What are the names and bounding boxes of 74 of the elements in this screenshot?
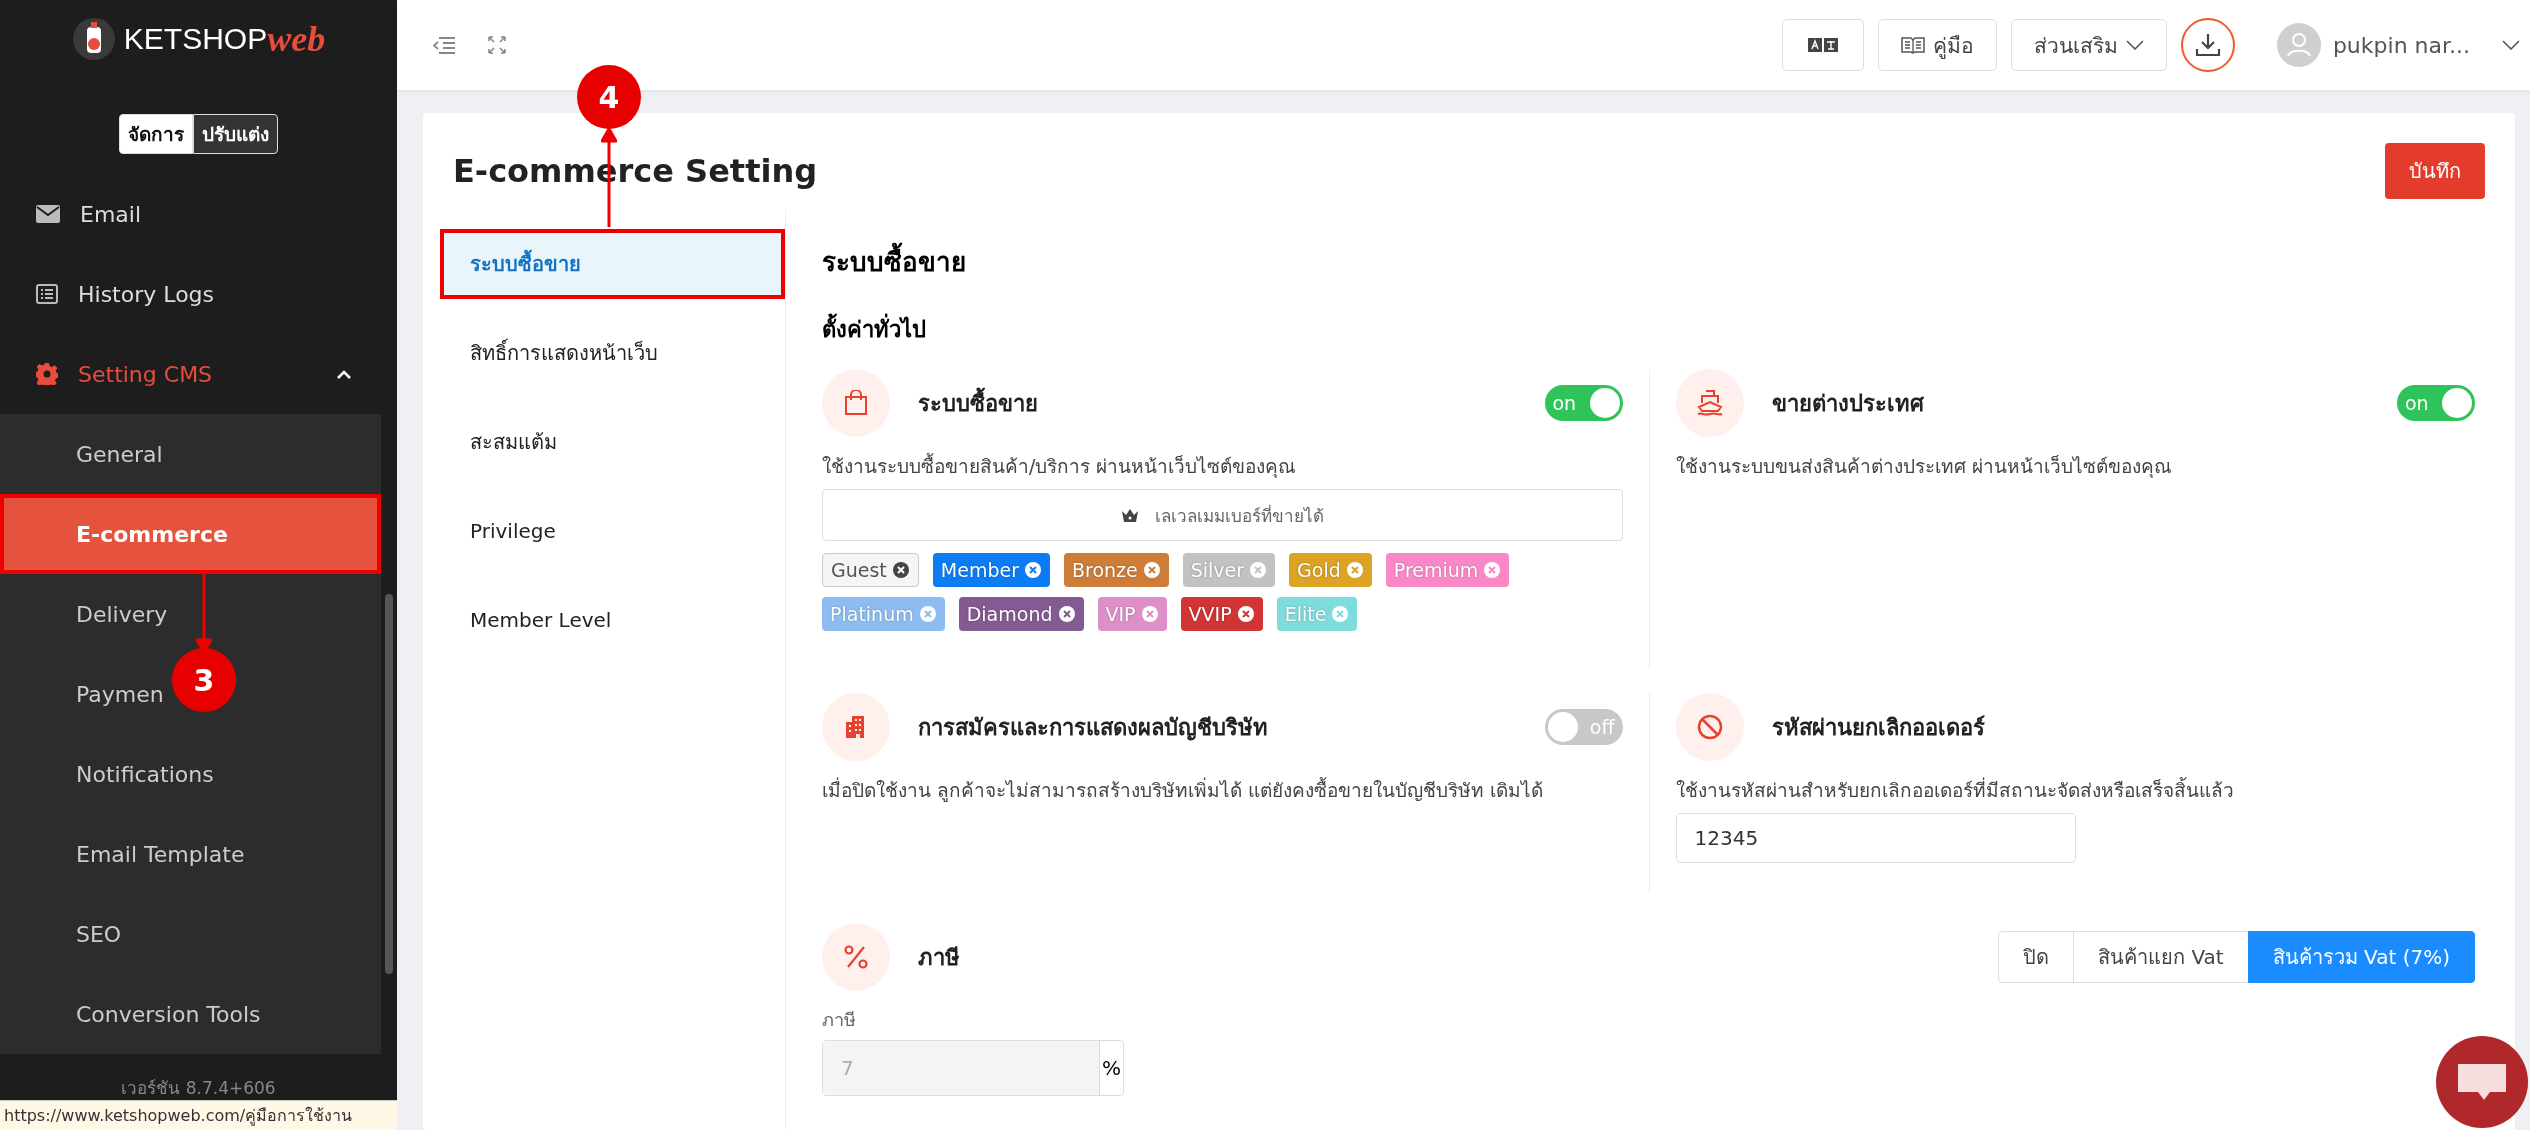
member-tag: Gold xyxy=(1289,553,1372,588)
download-button[interactable] xyxy=(2180,18,2235,72)
chevron-down-icon[interactable] xyxy=(2502,40,2520,50)
password-field[interactable]: 12345 xyxy=(1675,813,2076,864)
status-url: https://www.ketshopweb.com/คู่มือการใช้งาน xyxy=(0,1100,397,1130)
submenu-item[interactable]: Email Template xyxy=(76,841,245,867)
setting-description: ใช้งานรหัสผ่านสำหรับยกเลิกออเดอร์ที่มีสถานะจัดส่งหรือเสร็จสิ้นแล้ว xyxy=(1675,776,2235,803)
settings-icon xyxy=(36,363,58,385)
setting-description: เมื่อปิดใช้งาน ลูกค้าจะไม่สามารถสร้างบริษัทเพิ่มได้ แต่ยังคงซื้อขายในบัญชีบริษัท เดิมได้ xyxy=(822,776,1545,804)
member-tag: VIP xyxy=(1097,597,1167,632)
save-button[interactable]: บันทึก xyxy=(2385,143,2485,199)
chat-icon[interactable] xyxy=(2436,1036,2528,1128)
remove-icon[interactable] xyxy=(1236,605,1255,624)
setting-title: การสมัครและการแสดงผลบัญชีบริษัท xyxy=(918,713,1269,743)
member-tag: Guest xyxy=(822,553,919,588)
translate-icon xyxy=(1807,37,1838,53)
sidebar-item-label: Setting CMS xyxy=(78,361,214,387)
mode-tab[interactable]: จัดการ xyxy=(119,114,193,154)
logo-suffix: web xyxy=(267,18,326,60)
download-icon xyxy=(2193,31,2222,59)
book-icon xyxy=(1900,36,1925,54)
setting-description: ใช้งานระบบซื้อขายสินค้า/บริการ ผ่านหน้าเว็บไซต์ของคุณ xyxy=(822,452,1298,480)
field-label: ภาษี xyxy=(822,1008,857,1032)
submenu-item[interactable]: General xyxy=(76,441,163,467)
sidebar-item[interactable]: Email xyxy=(0,174,381,254)
sidebar-item-label: Email xyxy=(80,201,143,227)
member-tag: Diamond xyxy=(958,597,1084,632)
submenu-item[interactable]: SEO xyxy=(76,921,122,947)
translate-button[interactable] xyxy=(1781,19,1864,71)
logo-icon xyxy=(71,17,116,61)
settings-tab[interactable]: Member Level xyxy=(440,585,785,655)
submenu-item[interactable]: Paymen xyxy=(76,681,164,707)
settings-tab[interactable]: Privilege xyxy=(440,496,785,566)
fullscreen-icon[interactable] xyxy=(487,35,507,55)
settings-tab[interactable]: สิทธิ์การแสดงหน้าเว็บ xyxy=(440,318,785,388)
unit-addon: % xyxy=(1101,1055,1122,1082)
member-tag: Member xyxy=(932,553,1050,588)
member-tag: Platinum xyxy=(822,597,945,632)
setting-description: ใช้งานระบบขนส่งสินค้าต่างประเทศ ผ่านหน้าเว็บไซต์ของคุณ xyxy=(1675,454,2173,480)
sidebar-item-label: History Logs xyxy=(78,281,216,307)
section-title: ระบบซื้อขาย xyxy=(822,241,2475,282)
setting-title: ขายต่างประเทศ xyxy=(1771,389,1925,418)
submenu-item[interactable]: Conversion Tools xyxy=(76,1001,261,1027)
remove-icon[interactable] xyxy=(891,561,910,580)
member-tag: Bronze xyxy=(1063,553,1169,588)
manual-button[interactable]: คู่มือ xyxy=(1877,19,1997,71)
chevron-down-icon xyxy=(2125,40,2144,50)
mail-icon xyxy=(36,205,60,223)
addons-dropdown[interactable]: ส่วนเสริม xyxy=(2010,19,2167,71)
member-tag: Elite xyxy=(1276,597,1358,632)
crown-icon xyxy=(1120,507,1139,524)
settings-tab[interactable]: ระบบซื้อขาย xyxy=(440,229,785,299)
mode-tab[interactable]: ปรับแต่ง xyxy=(193,114,278,154)
member-tag: VVIP xyxy=(1180,597,1263,632)
submenu-item[interactable]: Delivery xyxy=(76,601,168,627)
user-name[interactable]: pukpin nar... xyxy=(2332,32,2470,58)
list-icon xyxy=(36,284,58,304)
setting-title: ระบบซื้อขาย xyxy=(918,385,1517,421)
submenu-item[interactable]: E-commerce xyxy=(76,521,228,547)
scrollbar[interactable] xyxy=(385,594,393,974)
setting-title: ภาษี xyxy=(918,943,961,972)
settings-tab[interactable]: สะสมแต้ม xyxy=(440,407,785,477)
setting-title: รหัสผ่านยกเลิกออเดอร์ xyxy=(1771,713,1986,742)
remove-icon[interactable] xyxy=(1057,605,1076,624)
submenu-item[interactable]: Notifications xyxy=(76,761,214,787)
sidebar-item[interactable]: History Logs xyxy=(0,254,381,334)
sidebar-item[interactable]: Setting CMS xyxy=(0,334,381,414)
menu-collapse-icon[interactable] xyxy=(433,36,455,54)
version-text: เวอร์ชัน 8.7.4+606 xyxy=(120,1077,277,1100)
member-level-select[interactable]: เลเวลเมมเบอร์ที่ขายได้ xyxy=(822,489,1623,542)
member-tag: Premium xyxy=(1385,553,1510,588)
logo-name: KETSHOP xyxy=(123,22,268,56)
member-tag: Silver xyxy=(1182,553,1276,588)
subsection-title: ตั้งค่าทั่วไป xyxy=(822,312,2475,347)
